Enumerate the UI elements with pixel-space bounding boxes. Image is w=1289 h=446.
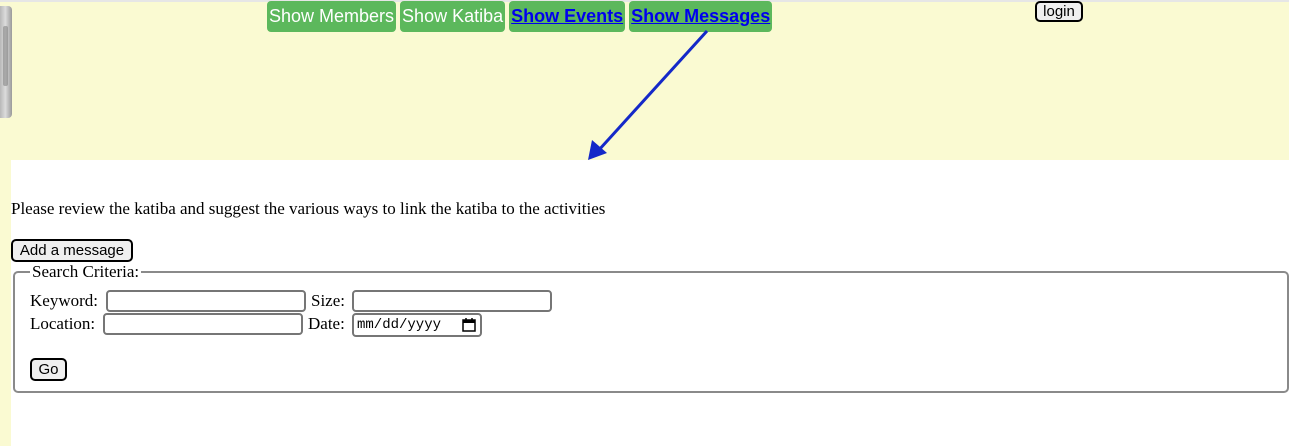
size-input[interactable] bbox=[352, 290, 552, 312]
messages-panel: Please review the katiba and suggest the… bbox=[11, 160, 1289, 446]
show-katiba-button[interactable]: Show Katiba bbox=[400, 1, 506, 32]
show-events-link[interactable]: Show Events bbox=[509, 1, 626, 32]
add-message-button[interactable]: Add a message bbox=[11, 239, 133, 262]
location-label: Location: bbox=[30, 314, 96, 333]
date-placeholder: mm/dd/yyyy bbox=[357, 317, 442, 333]
side-thumbnail-image bbox=[0, 6, 12, 118]
size-label: Size: bbox=[311, 291, 345, 310]
date-input[interactable]: mm/dd/yyyy bbox=[352, 313, 482, 337]
keyword-label: Keyword: bbox=[30, 291, 98, 310]
location-input[interactable] bbox=[103, 313, 303, 335]
search-criteria-fieldset: Search Criteria: Keyword: Size: Location… bbox=[13, 262, 1289, 393]
go-button[interactable]: Go bbox=[30, 358, 67, 381]
login-button[interactable]: login bbox=[1035, 1, 1083, 22]
calendar-icon[interactable] bbox=[462, 318, 476, 332]
date-label: Date: bbox=[308, 314, 345, 333]
show-members-button[interactable]: Show Members bbox=[267, 1, 397, 32]
show-messages-link[interactable]: Show Messages bbox=[629, 1, 773, 32]
message-text: Please review the katiba and suggest the… bbox=[11, 199, 606, 218]
main-nav: Show Members Show Katiba Show Events Sho… bbox=[267, 1, 773, 32]
keyword-input[interactable] bbox=[106, 290, 306, 312]
search-criteria-legend: Search Criteria: bbox=[30, 262, 142, 282]
